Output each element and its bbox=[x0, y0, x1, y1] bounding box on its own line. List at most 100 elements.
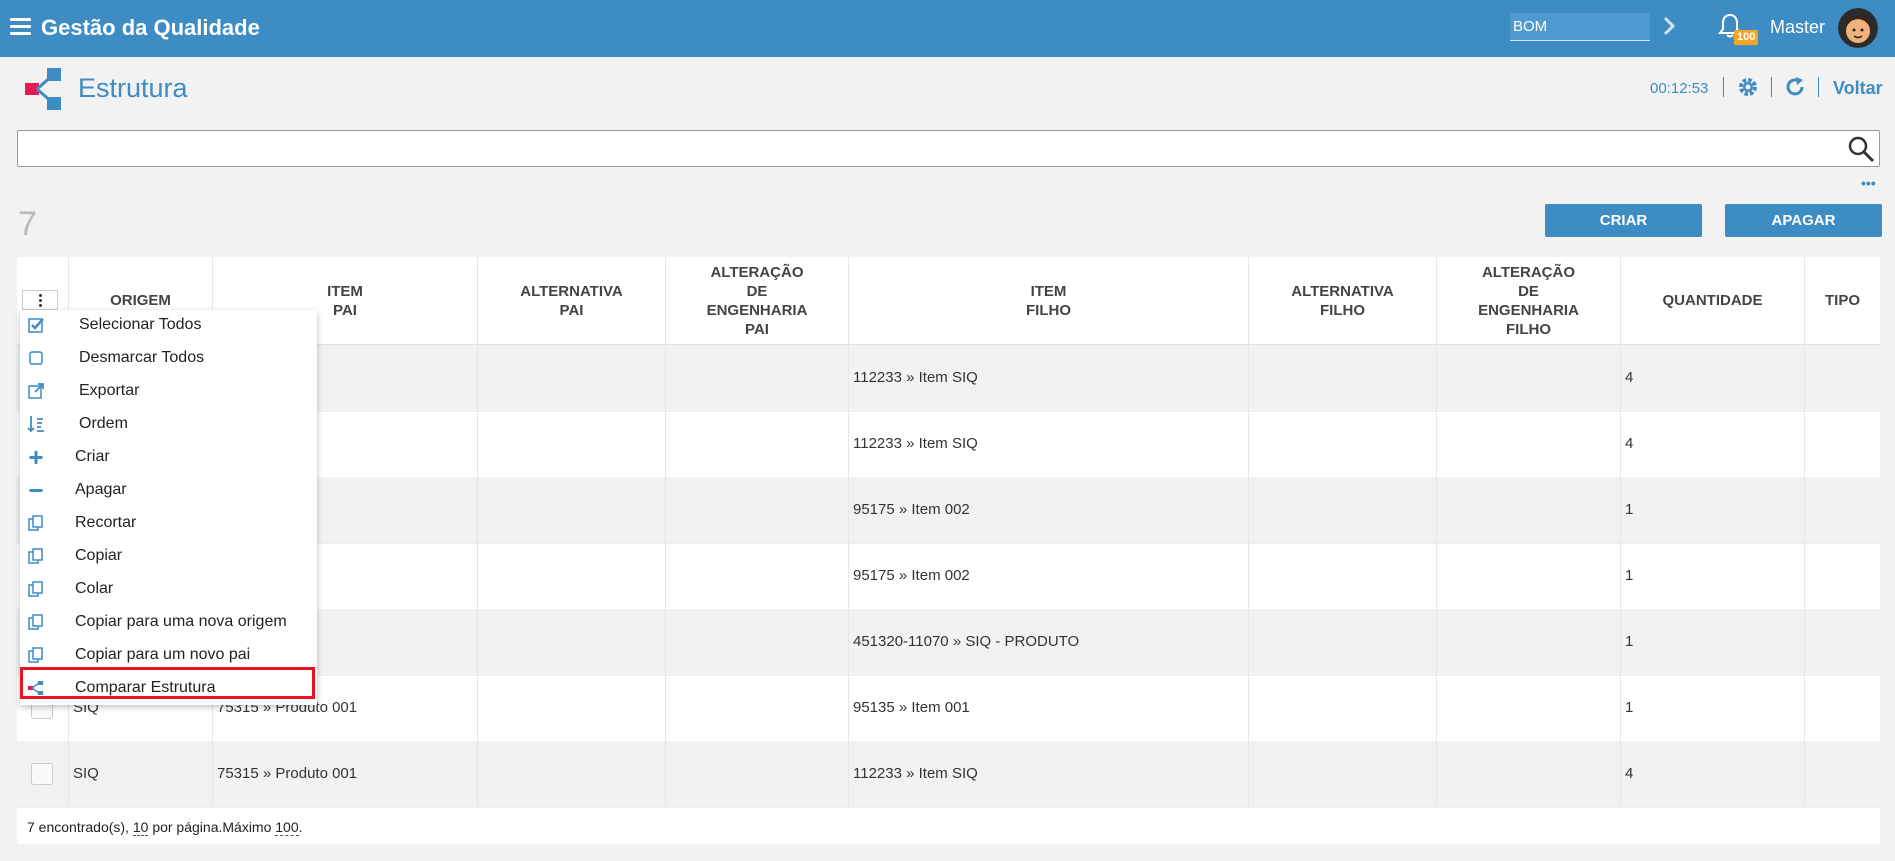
column-header-tipo[interactable]: TIPO bbox=[1804, 257, 1880, 344]
column-divider bbox=[665, 477, 666, 543]
back-link[interactable]: Voltar bbox=[1833, 78, 1883, 99]
column-divider bbox=[1436, 411, 1437, 477]
column-divider bbox=[1436, 675, 1437, 741]
paste-icon bbox=[27, 580, 45, 598]
search-icon[interactable] bbox=[1847, 135, 1875, 163]
menu-item-recortar[interactable]: Recortar bbox=[20, 508, 317, 540]
minus-icon bbox=[27, 481, 45, 499]
gear-icon[interactable] bbox=[1737, 76, 1759, 98]
column-divider bbox=[1620, 345, 1621, 411]
column-divider bbox=[665, 411, 666, 477]
avatar[interactable] bbox=[1838, 8, 1878, 48]
column-header-alternativa-pai[interactable]: ALTERNATIVA PAI bbox=[477, 257, 665, 344]
column-divider bbox=[848, 609, 849, 675]
column-divider bbox=[1248, 609, 1249, 675]
menu-item-label: Copiar para um novo pai bbox=[75, 646, 251, 663]
user-name[interactable]: Master bbox=[1770, 17, 1825, 38]
cell-item-filho: 451320-11070 » SIQ - PRODUTO bbox=[853, 633, 1080, 650]
menu-item-copiar-para-uma-nova-origem[interactable]: Copiar para uma nova origem bbox=[20, 607, 317, 639]
copy-icon bbox=[27, 646, 45, 664]
footer-end: . bbox=[298, 819, 303, 835]
menu-item-label: Copiar bbox=[75, 547, 123, 564]
copy-icon bbox=[27, 547, 45, 565]
separator bbox=[1723, 77, 1724, 97]
delete-button[interactable]: APAGAR bbox=[1725, 204, 1882, 237]
menu-item-label: Selecionar Todos bbox=[79, 316, 202, 333]
menu-item-criar[interactable]: Criar bbox=[20, 442, 317, 474]
menu-item-colar[interactable]: Colar bbox=[20, 574, 317, 606]
max-size-selector[interactable]: 100 bbox=[275, 819, 299, 836]
cell-item-pai: 75315 » Produto 001 bbox=[217, 765, 358, 782]
column-divider bbox=[665, 741, 666, 807]
column-divider bbox=[68, 741, 69, 807]
column-divider bbox=[1436, 741, 1437, 807]
column-divider bbox=[665, 675, 666, 741]
cell-quantidade: 1 bbox=[1625, 633, 1634, 650]
copy-icon bbox=[27, 613, 45, 631]
grid-actions-menu-button[interactable] bbox=[22, 290, 58, 310]
column-divider bbox=[477, 411, 478, 477]
column-header-quantidade[interactable]: QUANTIDADE bbox=[1620, 257, 1804, 344]
menu-item-apagar[interactable]: Apagar bbox=[20, 475, 317, 507]
export-icon bbox=[27, 382, 45, 400]
column-header-alteracao-pai[interactable]: ALTERAÇÃO DE ENGENHARIA PAI bbox=[665, 257, 848, 344]
separator bbox=[1771, 77, 1772, 97]
page-size-selector[interactable]: 10 bbox=[132, 819, 149, 836]
column-divider bbox=[1248, 543, 1249, 609]
refresh-icon[interactable] bbox=[1784, 76, 1806, 98]
menu-item-selecionar-todos[interactable]: Selecionar Todos bbox=[20, 310, 317, 342]
column-divider bbox=[1248, 477, 1249, 543]
session-timer: 00:12:53 bbox=[1650, 80, 1709, 97]
menu-item-label: Colar bbox=[75, 580, 114, 597]
app-title: Gestão da Qualidade bbox=[41, 15, 260, 40]
more-options-icon[interactable]: ••• bbox=[1861, 175, 1876, 191]
menu-item-label: Criar bbox=[75, 448, 110, 465]
column-divider bbox=[665, 345, 666, 411]
create-button[interactable]: CRIAR bbox=[1545, 204, 1702, 237]
menu-item-label: Ordem bbox=[79, 415, 128, 432]
cell-item-filho: 112233 » Item SIQ bbox=[853, 435, 978, 452]
column-divider bbox=[848, 345, 849, 411]
module-selector[interactable]: BOM bbox=[1510, 13, 1650, 41]
column-divider bbox=[477, 477, 478, 543]
structure-icon bbox=[25, 68, 61, 110]
column-divider bbox=[848, 543, 849, 609]
column-header-alteracao-filho[interactable]: ALTERAÇÃO DE ENGENHARIA FILHO bbox=[1436, 257, 1620, 344]
menu-item-label: Recortar bbox=[75, 514, 137, 531]
cell-item-filho: 112233 » Item SIQ bbox=[853, 369, 978, 386]
menu-item-label: Apagar bbox=[75, 481, 127, 498]
highlight-comparar-estrutura bbox=[20, 667, 315, 699]
menu-item-copiar[interactable]: Copiar bbox=[20, 541, 317, 573]
column-divider bbox=[665, 543, 666, 609]
menu-item-ordem[interactable]: Ordem bbox=[20, 409, 317, 441]
column-divider bbox=[848, 741, 849, 807]
column-divider bbox=[1620, 741, 1621, 807]
column-divider bbox=[1804, 609, 1805, 675]
search-input[interactable] bbox=[17, 130, 1880, 167]
column-divider bbox=[1248, 675, 1249, 741]
checkbox-checked-icon bbox=[27, 316, 45, 334]
column-header-alternativa-filho[interactable]: ALTERNATIVA FILHO bbox=[1248, 257, 1436, 344]
chevron-right-icon[interactable] bbox=[1663, 16, 1675, 36]
column-divider bbox=[477, 675, 478, 741]
table-row[interactable]: SIQ 75315 » Produto 001 112233 » Item SIQ 4 bbox=[17, 741, 1880, 808]
column-divider bbox=[1248, 345, 1249, 411]
top-bar: Gestão da Qualidade BOM 100 Master bbox=[0, 0, 1895, 57]
hamburger-menu-icon[interactable] bbox=[10, 18, 31, 36]
column-divider bbox=[1248, 411, 1249, 477]
menu-item-desmarcar-todos[interactable]: Desmarcar Todos bbox=[20, 343, 317, 375]
cell-item-filho: 95135 » Item 001 bbox=[853, 699, 970, 716]
menu-item-exportar[interactable]: Exportar bbox=[20, 376, 317, 408]
menu-item-label: Copiar para uma nova origem bbox=[75, 613, 287, 630]
row-checkbox[interactable] bbox=[31, 763, 53, 785]
cell-quantidade: 1 bbox=[1625, 501, 1634, 518]
column-header-item-filho[interactable]: ITEM FILHO bbox=[848, 257, 1248, 344]
column-divider bbox=[848, 675, 849, 741]
cell-quantidade: 1 bbox=[1625, 567, 1634, 584]
cell-quantidade: 4 bbox=[1625, 765, 1634, 782]
column-divider bbox=[1620, 675, 1621, 741]
column-divider bbox=[477, 345, 478, 411]
menu-item-label: Desmarcar Todos bbox=[79, 349, 205, 366]
column-divider bbox=[1804, 543, 1805, 609]
column-divider bbox=[1436, 609, 1437, 675]
